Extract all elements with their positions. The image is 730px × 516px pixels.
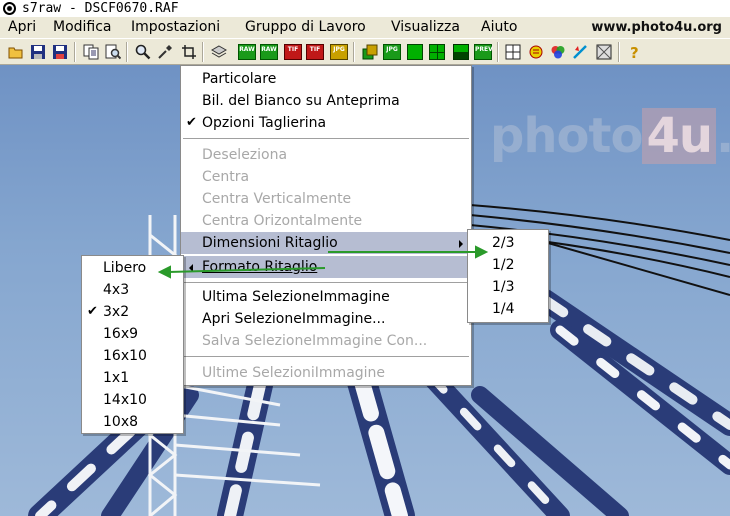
menu-item-particolare[interactable]: Particolare — [181, 68, 471, 90]
jpg-badge: JPG — [383, 44, 401, 60]
crop-menu: Particolare Bil. del Bianco su Anteprima… — [180, 65, 472, 386]
crop-icon[interactable] — [179, 42, 199, 62]
svg-text:?: ? — [630, 44, 639, 60]
raw-badge: RAW — [238, 44, 256, 60]
menu-visualizza[interactable]: Visualizza — [391, 17, 460, 38]
save-icon[interactable] — [28, 42, 48, 62]
jpg-icon[interactable]: JPG — [329, 42, 349, 62]
layers-icon[interactable] — [209, 42, 229, 62]
green-grid-icon[interactable] — [427, 42, 447, 62]
size-item-1-3[interactable]: 1/3 — [468, 276, 548, 298]
badge-icon[interactable] — [526, 42, 546, 62]
menu-separator — [183, 138, 469, 140]
format-item-3x2[interactable]: ✔ 3x2 — [82, 301, 183, 323]
format-item-1x1[interactable]: 1x1 — [82, 367, 183, 389]
batch-icon[interactable] — [360, 42, 380, 62]
format-item-libero[interactable]: Libero — [82, 257, 183, 279]
preview-icon[interactable]: PREV — [473, 42, 493, 62]
format-item-label: 3x2 — [103, 304, 130, 320]
title-bar: s7raw - DSCF0670.RAF — [0, 0, 730, 17]
menu-impostazioni[interactable]: Impostazioni — [131, 17, 220, 38]
help-icon[interactable]: ? — [624, 42, 644, 62]
jpg-small-icon[interactable]: JPG — [382, 42, 402, 62]
menu-item-ultime-selezioni: Ultime SelezioniImmagine — [202, 365, 386, 381]
grid-icon[interactable] — [503, 42, 523, 62]
format-item-4x3[interactable]: 4x3 — [82, 279, 183, 301]
menu-item-ultima-selezione[interactable]: Ultima SelezioneImmagine — [181, 286, 471, 308]
raw-badge: RAW — [260, 44, 278, 60]
preview-badge: PREV — [474, 44, 493, 60]
menu-item-centra: Centra — [202, 169, 250, 185]
submenu-arrow-icon — [459, 240, 463, 248]
check-icon: ✔ — [87, 304, 98, 319]
menu-item-opzioni-taglierina[interactable]: ✔ Opzioni Taglierina — [181, 112, 471, 134]
menu-item-label: Formato Ritaglio — [202, 259, 318, 275]
raw-icon[interactable]: RAW — [259, 42, 279, 62]
menu-item-centra-verticalmente: Centra Verticalmente — [202, 191, 352, 207]
toolbar-separator — [126, 42, 128, 62]
format-item-14x10[interactable]: 14x10 — [82, 389, 183, 411]
menu-item-salva-selezione: Salva SelezioneImmagine Con... — [202, 333, 428, 349]
find-icon[interactable] — [103, 42, 123, 62]
menu-gruppo-di-lavoro[interactable]: Gruppo di Lavoro — [245, 17, 366, 38]
green-half-icon[interactable] — [451, 42, 471, 62]
watermark-text: photo — [490, 108, 643, 164]
submenu-arrow-left-icon — [189, 264, 193, 272]
rgb-icon[interactable] — [548, 42, 568, 62]
menu-item-bil-bianco[interactable]: Bil. del Bianco su Anteprima — [181, 90, 471, 112]
tif-icon[interactable]: TIF — [283, 42, 303, 62]
jpg-badge: JPG — [330, 44, 348, 60]
menu-bar: Apri Modifica Impostazioni Gruppo di Lav… — [0, 17, 730, 38]
format-item-16x10[interactable]: 16x10 — [82, 345, 183, 367]
menu-aiuto[interactable]: Aiuto — [481, 17, 517, 38]
zoom-icon[interactable] — [133, 42, 153, 62]
menu-item-formato-ritaglio[interactable]: Formato Ritaglio — [181, 256, 471, 278]
format-submenu: Libero 4x3 ✔ 3x2 16x9 16x10 1x1 14x10 10… — [81, 255, 184, 434]
copy-icon[interactable] — [81, 42, 101, 62]
raw-icon[interactable]: RAW — [237, 42, 257, 62]
format-item-16x9[interactable]: 16x9 — [82, 323, 183, 345]
menu-item-label: Dimensioni Ritaglio — [202, 235, 338, 251]
size-item-1-4[interactable]: 1/4 — [468, 298, 548, 320]
menu-apri[interactable]: Apri — [8, 17, 36, 38]
size-submenu: 2/3 1/2 1/3 1/4 — [467, 229, 549, 323]
menu-separator — [183, 282, 469, 284]
green-square-icon[interactable] — [405, 42, 425, 62]
toolbar-separator — [618, 42, 620, 62]
menu-item-apri-selezione[interactable]: Apri SelezioneImmagine... — [181, 308, 471, 330]
menu-separator — [183, 356, 469, 358]
toolbar-separator — [74, 42, 76, 62]
site-link[interactable]: www.photo4u.org — [591, 17, 722, 38]
frame-icon[interactable] — [594, 42, 614, 62]
tif-badge: TIF — [306, 44, 324, 60]
menu-item-dimensioni-ritaglio[interactable]: Dimensioni Ritaglio — [181, 232, 471, 254]
toolbar: RAW RAW TIF TIF JPG JPG PREV ? — [0, 38, 730, 65]
format-item-10x8[interactable]: 10x8 — [82, 411, 183, 433]
toolbar-separator — [202, 42, 204, 62]
watermark-logo: photo4u.it® — [490, 108, 730, 164]
size-item-2-3[interactable]: 2/3 — [468, 232, 548, 254]
eyedropper-icon[interactable] — [155, 42, 175, 62]
tif-icon[interactable]: TIF — [305, 42, 325, 62]
tif-badge: TIF — [284, 44, 302, 60]
toolbar-separator — [497, 42, 499, 62]
size-item-1-2[interactable]: 1/2 — [468, 254, 548, 276]
menu-item-deseleziona: Deseleziona — [202, 147, 288, 163]
menu-item-centra-orizontalmente: Centra Orizontalmente — [202, 213, 363, 229]
app-icon[interactable] — [3, 2, 16, 15]
window-title: s7raw - DSCF0670.RAF — [22, 1, 179, 16]
check-icon: ✔ — [186, 115, 197, 130]
open-folder-icon[interactable] — [6, 42, 26, 62]
watermark-suffix: .it — [716, 108, 730, 164]
save-as-icon[interactable] — [50, 42, 70, 62]
menu-modifica[interactable]: Modifica — [53, 17, 112, 38]
menu-item-label: Opzioni Taglierina — [202, 115, 327, 131]
watermark-box: 4u — [642, 108, 717, 164]
toolbar-separator — [353, 42, 355, 62]
gradient-icon[interactable] — [570, 42, 590, 62]
